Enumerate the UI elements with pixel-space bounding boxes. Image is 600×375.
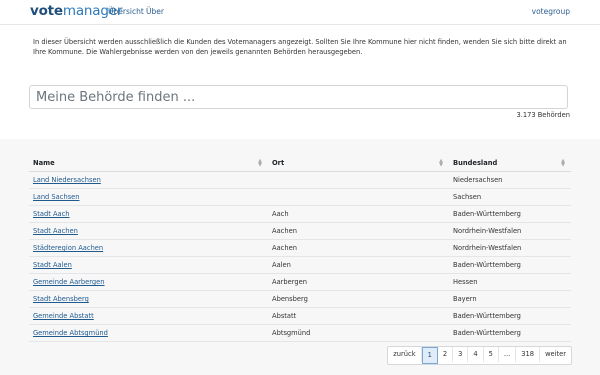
cell-name: Land Sachsen (29, 188, 268, 206)
pagination-page-3[interactable]: 3 (453, 347, 469, 362)
intro-text: In dieser Übersicht werden ausschließlic… (33, 38, 567, 57)
top-navbar: votemanager Übersicht Über votegroup (0, 0, 600, 25)
brand-logo-part1: vote (30, 3, 63, 19)
cell-name: Land Niedersachsen (29, 171, 268, 189)
table-row: Stadt Aalen Aalen Baden-Württemberg (29, 256, 571, 274)
pagination-page-1[interactable]: 1 (421, 347, 438, 364)
cell-name: Gemeinde Abtsgmünd (29, 324, 268, 342)
cell-bundesland: Baden-Württemberg (449, 256, 571, 274)
cell-bundesland: Bayern (449, 290, 571, 308)
column-header-ort-label: Ort (272, 159, 285, 167)
table-row: Land Sachsen Sachsen (29, 188, 571, 206)
nav-votegroup-link[interactable]: votegroup (532, 7, 570, 16)
search-input[interactable] (29, 85, 568, 109)
pagination-page-318[interactable]: 318 (516, 347, 541, 362)
sort-icon: ▲ ▼ (439, 158, 443, 168)
cell-bundesland: Sachsen (449, 188, 571, 206)
cell-ort: Aach (268, 205, 449, 223)
authority-link[interactable]: Stadt Aachen (33, 227, 78, 235)
table-row: Städteregion Aachen Aachen Nordrhein-Westf… (29, 239, 571, 257)
column-header-ort[interactable]: Ort ▲ ▼ (268, 155, 449, 172)
cell-bundesland: Niedersachsen (449, 171, 571, 189)
cell-ort: Abensberg (268, 290, 449, 308)
authority-link[interactable]: Land Sachsen (33, 193, 80, 201)
cell-bundesland: Nordrhein-Westfalen (449, 222, 571, 240)
authority-link[interactable]: Städteregion Aachen (33, 244, 103, 252)
authority-link[interactable]: Gemeinde Abstatt (33, 312, 94, 320)
sort-icon: ▲ ▼ (258, 158, 262, 168)
cell-ort: Abtsgmünd (268, 324, 449, 342)
cell-ort: Aachen (268, 239, 449, 257)
cell-bundesland: Baden-Württemberg (449, 307, 571, 325)
table-header-row: Name ▲ ▼ Ort ▲ ▼ Bundesland ▲ ▼ (29, 155, 571, 172)
cell-bundesland: Baden-Württemberg (449, 205, 571, 223)
authority-link[interactable]: Gemeinde Abtsgmünd (33, 329, 108, 337)
cell-name: Städteregion Aachen (29, 239, 268, 257)
pagination-prev-button[interactable]: zurück (388, 347, 422, 362)
table-row: Gemeinde Aarbergen Aarbergen Hessen (29, 273, 571, 291)
pagination-page-5[interactable]: 5 (484, 347, 499, 362)
cell-bundesland: Hessen (449, 273, 571, 291)
pagination: zurück 1 2 3 4 5 ... 318 weiter (387, 346, 572, 365)
cell-name: Stadt Aalen (29, 256, 268, 274)
pagination-ellipsis: ... (499, 347, 517, 362)
cell-ort: Aalen (268, 256, 449, 274)
table-row: Gemeinde Abstatt Abstatt Baden-Württemberg (29, 307, 571, 325)
search-section: In dieser Übersicht werden ausschließlic… (0, 25, 600, 139)
table-row: Stadt Aach Aach Baden-Württemberg (29, 205, 571, 223)
column-header-bundesland[interactable]: Bundesland ▲ ▼ (449, 155, 571, 172)
cell-name: Stadt Aach (29, 205, 268, 223)
sort-icon: ▲ ▼ (561, 158, 565, 168)
cell-name: Stadt Abensberg (29, 290, 268, 308)
nav-ueber-link[interactable]: Über (146, 7, 164, 16)
cell-name: Gemeinde Abstatt (29, 307, 268, 325)
cell-bundesland: Baden-Württemberg (449, 324, 571, 342)
column-header-name-label: Name (33, 159, 55, 167)
cell-ort (268, 188, 449, 206)
cell-bundesland: Nordrhein-Westfalen (449, 239, 571, 257)
table-row: Stadt Abensberg Abensberg Bayern (29, 290, 571, 308)
authority-link[interactable]: Land Niedersachsen (33, 176, 101, 184)
pagination-next-button[interactable]: weiter (540, 347, 571, 362)
authority-link[interactable]: Gemeinde Aarbergen (33, 278, 105, 286)
cell-ort: Aarbergen (268, 273, 449, 291)
pagination-page-2[interactable]: 2 (438, 347, 454, 362)
authorities-table: Name ▲ ▼ Ort ▲ ▼ Bundesland ▲ ▼ Land Niedersac… (29, 155, 571, 342)
table-row: Land Niedersachsen Niedersachsen (29, 171, 571, 189)
nav-uebersicht-link[interactable]: Übersicht (108, 7, 144, 16)
authority-link[interactable]: Stadt Abensberg (33, 295, 89, 303)
column-header-bundesland-label: Bundesland (453, 159, 498, 167)
column-header-name[interactable]: Name ▲ ▼ (29, 155, 268, 172)
cell-ort: Aachen (268, 222, 449, 240)
authority-link[interactable]: Stadt Aalen (33, 261, 72, 269)
table-row: Stadt Aachen Aachen Nordrhein-Westfalen (29, 222, 571, 240)
cell-name: Gemeinde Aarbergen (29, 273, 268, 291)
cell-name: Stadt Aachen (29, 222, 268, 240)
result-count: 3.173 Behörden (516, 111, 570, 119)
cell-ort (268, 171, 449, 189)
authority-link[interactable]: Stadt Aach (33, 210, 70, 218)
pagination-page-4[interactable]: 4 (468, 347, 484, 362)
table-row: Gemeinde Abtsgmünd Abtsgmünd Baden-Württem… (29, 324, 571, 342)
cell-ort: Abstatt (268, 307, 449, 325)
